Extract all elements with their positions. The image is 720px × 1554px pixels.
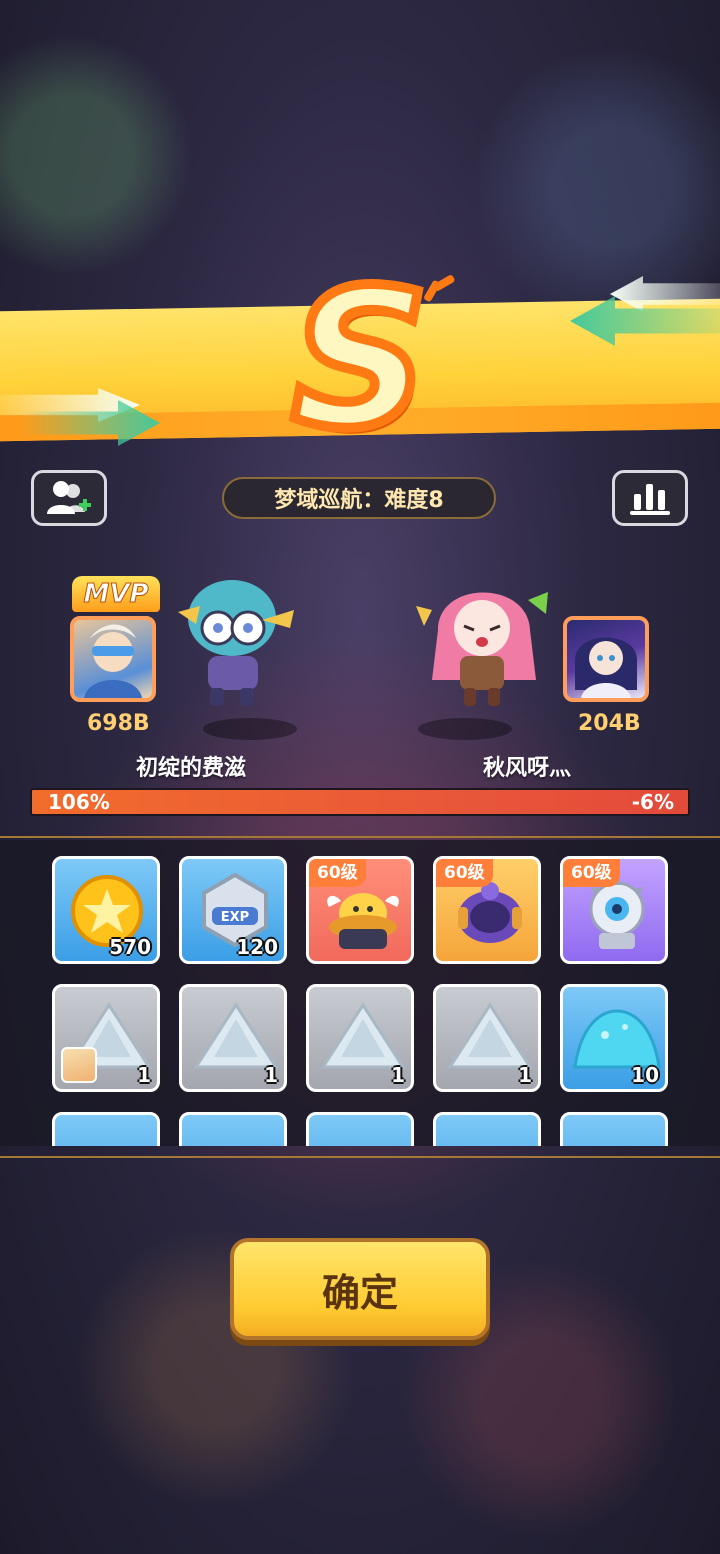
grade-letter: S bbox=[287, 249, 434, 470]
reward-item[interactable]: EXP 120 bbox=[179, 856, 287, 964]
stage-title: 梦域巡航：难度8 bbox=[222, 477, 496, 519]
reward-item[interactable]: 10 bbox=[560, 984, 668, 1092]
reward-item[interactable] bbox=[560, 1112, 668, 1146]
player-name: 秋风呀灬 bbox=[483, 756, 572, 781]
player-character bbox=[416, 592, 548, 706]
player-score: 204B bbox=[578, 711, 641, 736]
reward-item[interactable]: 1 bbox=[433, 984, 541, 1092]
avatar[interactable] bbox=[70, 616, 156, 702]
add-friend-button[interactable] bbox=[31, 470, 107, 526]
player-name: 初绽的费滋 bbox=[136, 756, 247, 781]
reward-item[interactable] bbox=[179, 1112, 287, 1146]
reward-qty: 1 bbox=[264, 1063, 278, 1087]
pet-helmet-icon bbox=[327, 893, 399, 949]
bar-chart-icon bbox=[630, 484, 670, 515]
reward-qty: 10 bbox=[631, 1063, 659, 1087]
damage-share-bar: 106% -6% bbox=[30, 788, 690, 816]
reward-item[interactable] bbox=[433, 1112, 541, 1146]
character-shadow bbox=[418, 718, 512, 740]
reward-item[interactable]: 60级 bbox=[433, 856, 541, 964]
confirm-button[interactable]: 确定 bbox=[230, 1238, 490, 1340]
player-portrait-icon bbox=[575, 637, 637, 698]
reward-qty: 120 bbox=[236, 935, 278, 959]
reward-qty: 1 bbox=[391, 1063, 405, 1087]
mvp-badge: MVP bbox=[72, 576, 160, 612]
reward-qty: 1 bbox=[137, 1063, 151, 1087]
player-score: 698B bbox=[87, 711, 150, 736]
stats-button[interactable] bbox=[612, 470, 688, 526]
purple-bracer-icon bbox=[458, 882, 522, 943]
item-level-tag: 60级 bbox=[309, 859, 366, 887]
reward-item[interactable] bbox=[52, 1112, 160, 1146]
divider bbox=[0, 836, 720, 838]
sparkle-icon bbox=[423, 272, 456, 303]
damage-pct-left: 106% bbox=[48, 790, 110, 814]
reward-item[interactable] bbox=[306, 1112, 414, 1146]
reward-qty: 570 bbox=[109, 935, 151, 959]
add-friend-icon bbox=[47, 481, 91, 514]
player-character bbox=[178, 580, 294, 706]
player-portrait-icon bbox=[84, 624, 142, 698]
character-shadow bbox=[203, 718, 297, 740]
reward-item[interactable]: 570 bbox=[52, 856, 160, 964]
spiked-orb-icon bbox=[589, 875, 645, 949]
reward-item[interactable]: 60级 bbox=[560, 856, 668, 964]
reward-item[interactable]: 1 bbox=[52, 984, 160, 1092]
reward-item[interactable]: 60级 bbox=[306, 856, 414, 964]
item-level-tag: 60级 bbox=[563, 859, 620, 887]
reward-item[interactable]: 1 bbox=[306, 984, 414, 1092]
avatar[interactable] bbox=[563, 616, 649, 702]
svg-text:EXP: EXP bbox=[221, 910, 249, 925]
reward-item[interactable]: 1 bbox=[179, 984, 287, 1092]
divider bbox=[0, 1156, 720, 1158]
character-tag-icon bbox=[61, 1047, 97, 1083]
item-level-tag: 60级 bbox=[436, 859, 493, 887]
reward-list[interactable]: 570 EXP 120 60级 60级 60级 1 1 1 1 10 bbox=[0, 840, 720, 1146]
reward-qty: 1 bbox=[518, 1063, 532, 1087]
damage-pct-right: -6% bbox=[631, 790, 674, 814]
